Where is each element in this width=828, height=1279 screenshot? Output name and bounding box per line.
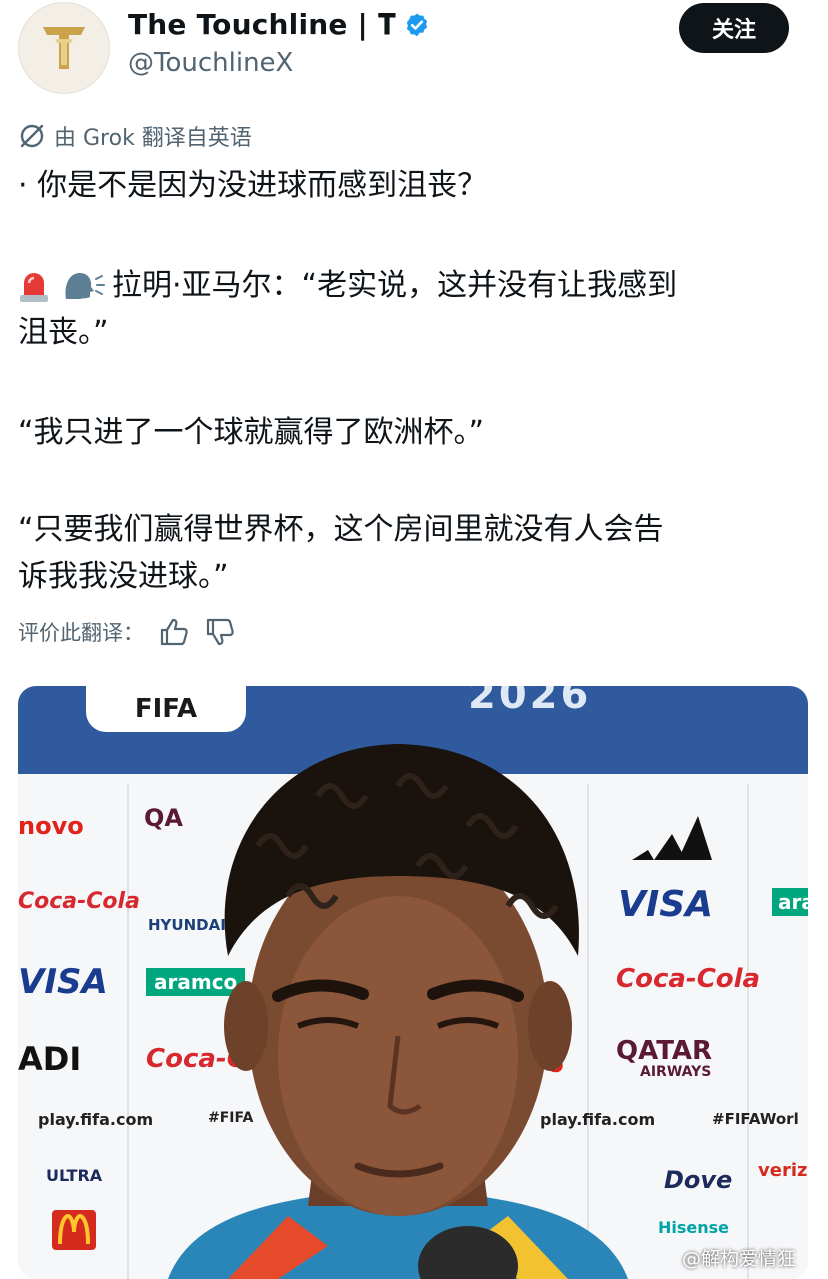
adidas-logo-icon <box>632 816 712 860</box>
touchline-logo-icon <box>43 27 85 69</box>
visa-logo-2: VISA <box>18 962 108 1002</box>
account-handle[interactable]: @TouchlineX <box>128 48 293 78</box>
rate-translation-row: 评价此翻译： <box>18 616 236 648</box>
translation-note-text: 由 Grok 翻译自英语 <box>54 126 252 151</box>
tweet-line-4: “我只进了一个球就赢得了欧洲杯。” <box>18 415 485 450</box>
mcdonalds-logo-icon <box>52 1210 96 1250</box>
year-banner-text: 2026 <box>468 686 592 718</box>
weibo-watermark: @解构爱情狂 <box>681 1248 796 1270</box>
adidas-text-logo: ADI <box>18 1040 82 1078</box>
qatar-logo: QATAR <box>616 1036 713 1066</box>
fifa-world-hashtag-2: #FIFAWorl <box>712 1110 799 1128</box>
lenovo-logo: novo <box>18 812 84 840</box>
qatar-airways-logo: AIRWAYS <box>640 1064 712 1080</box>
speaking-head-emoji-icon <box>65 273 105 299</box>
translation-note: 由 Grok 翻译自英语 <box>18 120 252 152</box>
tweet-media-image[interactable]: FIFA 2026 novo QA Coca-Cola HYUNDAI VISA… <box>18 686 808 1279</box>
follow-button[interactable]: 关注 <box>679 3 789 53</box>
play-fifa-logo-1: play.fifa.com <box>38 1110 154 1129</box>
account-avatar[interactable] <box>18 2 110 94</box>
dove-logo: Dove <box>664 1166 733 1194</box>
tweet-line-3: 沮丧。” <box>18 315 109 350</box>
michelob-ultra-logo: ULTRA <box>46 1166 103 1185</box>
thumbs-down-icon[interactable] <box>204 616 236 648</box>
grok-icon <box>20 124 44 148</box>
siren-emoji-icon <box>20 273 48 302</box>
cocacola-logo-1: Coca-Cola <box>18 889 140 914</box>
display-name[interactable]: The Touchline | 𝐓 <box>128 8 396 42</box>
verified-badge-icon <box>406 13 428 37</box>
tweet-line-2: 拉明·亚马尔：“老实说，这并没有让我感到 <box>18 266 677 306</box>
visa-logo-1: VISA <box>618 884 714 925</box>
tweet-header: The Touchline | 𝐓 @TouchlineX 关注 <box>0 0 828 110</box>
aramco-logo-partial: ara <box>772 888 808 916</box>
tweet-line-1: · 你是不是因为没进球而感到沮丧？ <box>18 168 488 203</box>
name-row: The Touchline | 𝐓 <box>128 8 430 42</box>
tweet-line-6: 诉我我没进球。” <box>18 559 229 594</box>
player-photo <box>168 744 628 1279</box>
cocacola-logo-2: Coca-Cola <box>616 964 761 994</box>
tweet-line-5: “只要我们赢得世界杯，这个房间里就没有人会告 <box>18 512 664 547</box>
rate-translation-label: 评价此翻译： <box>18 621 144 645</box>
thumbs-up-icon[interactable] <box>158 616 190 648</box>
tweet-line-2-text: 拉明·亚马尔：“老实说，这并没有让我感到 <box>112 268 678 303</box>
verizon-logo: veriz <box>758 1160 808 1181</box>
hisense-logo: Hisense <box>658 1218 730 1237</box>
